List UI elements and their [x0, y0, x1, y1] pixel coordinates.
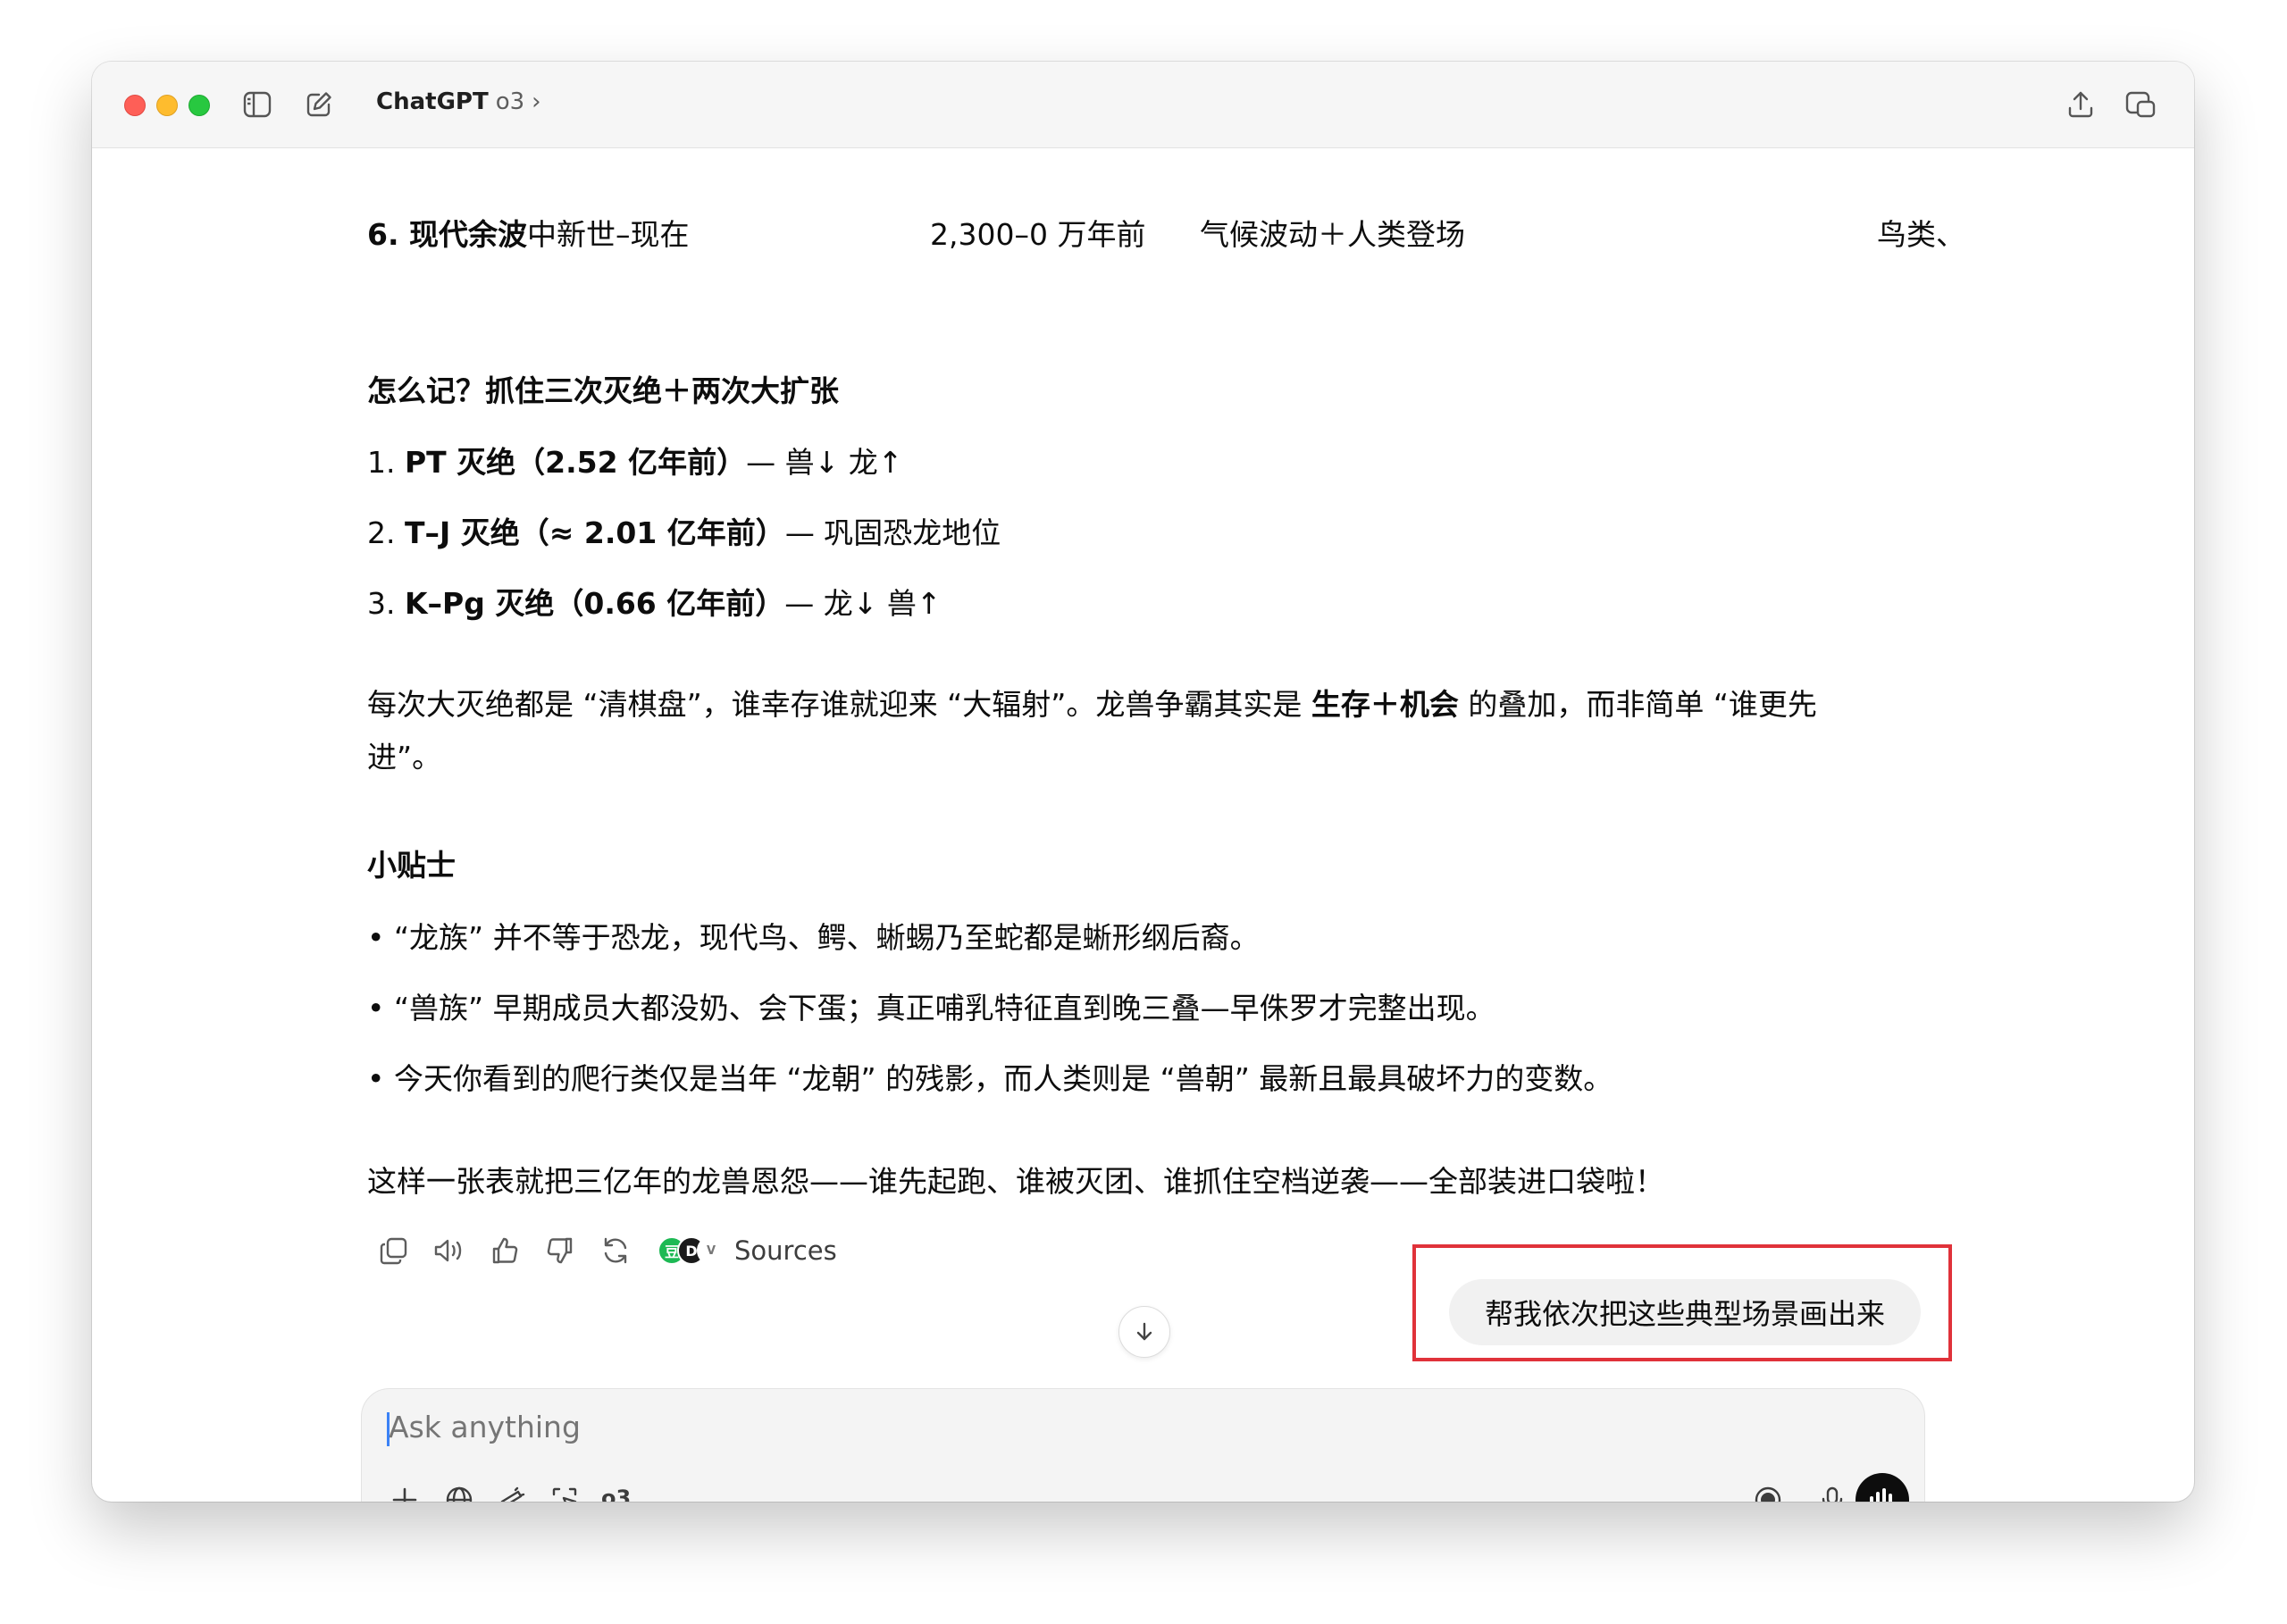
sidebar-toggle-icon[interactable]: [239, 87, 275, 122]
voice-mode-button[interactable]: [1856, 1473, 1909, 1502]
table-cell-driver: 气候波动＋人类登场: [1200, 217, 1465, 252]
memo-item-2: 2. T–J 灭绝（≈ 2.01 亿年前）— 巩固恐龙地位: [367, 515, 1001, 550]
closing-paragraph: 这样一张表就把三亿年的龙兽恩怨——谁先起跑、谁被灭团、谁抓住空档逆袭——全部装进…: [367, 1164, 1664, 1199]
table-row-last: 6. 现代余波中新世–现在 2,300–0 万年前 气候波动＋人类登场 鸟类、: [367, 211, 2065, 252]
summary-paragraph-line1: 每次大灭绝都是 “清棋盘”，谁幸存谁就迎来 “大辐射”。龙兽争霸其实是 生存＋机…: [367, 687, 1817, 722]
scroll-to-bottom-button[interactable]: [1118, 1306, 1170, 1358]
web-search-globe-icon[interactable]: [438, 1478, 481, 1502]
model-selector[interactable]: ChatGPT o3 ›: [376, 88, 541, 115]
tips-heading: 小贴士: [367, 848, 456, 883]
sources-button[interactable]: 豆 D V Sources: [658, 1235, 837, 1266]
new-chat-icon[interactable]: [301, 87, 337, 122]
memo-heading: 怎么记？抓住三次灭绝＋两次大扩张: [367, 373, 839, 408]
memo-item-1: 1. PT 灭绝（2.52 亿年前）— 兽↓ 龙↑: [367, 445, 903, 480]
thumbs-down-icon[interactable]: [532, 1229, 588, 1272]
memo-item-3: 3. K–Pg 灭绝（0.66 亿年前）— 龙↓ 兽↑: [367, 586, 942, 621]
desktop-background: ChatGPT o3 › 6. 现代余波中新世–现在 2,300–0 万年前 气…: [0, 0, 2287, 1624]
add-attachment-icon[interactable]: [383, 1478, 426, 1502]
read-aloud-icon[interactable]: [422, 1229, 477, 1272]
screen-select-cursor-icon[interactable]: [543, 1478, 586, 1502]
voice-waveform-icon: [1870, 1488, 1892, 1502]
model-tag[interactable]: o3: [601, 1486, 631, 1502]
source-badge-v-icon: V: [697, 1236, 725, 1265]
tip-item-1: • “龙族” 并不等于恐龙，现代鸟、鳄、蜥蜴乃至蛇都是蜥形纲后裔。: [367, 920, 1260, 955]
record-dot: [1755, 1486, 1781, 1502]
close-window-button[interactable]: [124, 95, 146, 116]
table-cell-winners: 鸟类、: [1877, 217, 1965, 252]
composer: o3: [361, 1388, 1925, 1502]
record-icon[interactable]: [1747, 1478, 1789, 1502]
model-name: o3: [495, 88, 525, 115]
tip-item-3: • 今天你看到的爬行类仅是当年 “龙朝” 的残影，而人类则是 “兽朝” 最新且最…: [367, 1061, 1613, 1096]
copy-icon[interactable]: [366, 1229, 422, 1272]
chatgpt-window: ChatGPT o3 › 6. 现代余波中新世–现在 2,300–0 万年前 气…: [92, 62, 2194, 1502]
regenerate-icon[interactable]: [588, 1229, 643, 1272]
arrow-down-icon: [1136, 1322, 1152, 1341]
thumbs-up-icon[interactable]: [477, 1229, 532, 1272]
app-title: ChatGPT: [376, 88, 489, 115]
message-actions: 豆 D V Sources: [366, 1229, 837, 1272]
table-cell-time: 2,300–0 万年前: [930, 217, 1146, 252]
chevron-right-icon: ›: [532, 88, 541, 115]
summary-paragraph-line2: 进”。: [367, 740, 442, 774]
minimize-window-button[interactable]: [156, 95, 178, 116]
tip-item-2: • “兽族” 早期成员大都没奶、会下蛋；真正哺乳特征直到晚三叠—早侏罗才完整出现…: [367, 991, 1495, 1025]
tools-telescope-icon[interactable]: [490, 1478, 533, 1502]
text-caret: [387, 1412, 390, 1446]
sources-label: Sources: [734, 1235, 837, 1266]
conversation-area: 6. 现代余波中新世–现在 2,300–0 万年前 气候波动＋人类登场 鸟类、 …: [92, 148, 2194, 1502]
share-icon[interactable]: [2063, 87, 2099, 122]
title-bar: ChatGPT o3 ›: [92, 62, 2194, 148]
new-window-icon[interactable]: [2123, 87, 2158, 122]
annotation-highlight-box: [1412, 1244, 1952, 1361]
table-cell-era: 6. 现代余波中新世–现在: [367, 217, 690, 252]
zoom-window-button[interactable]: [188, 95, 210, 116]
prompt-input[interactable]: [387, 1409, 1730, 1445]
source-favicons: 豆 D V: [658, 1236, 725, 1265]
microphone-icon[interactable]: [1811, 1478, 1854, 1502]
